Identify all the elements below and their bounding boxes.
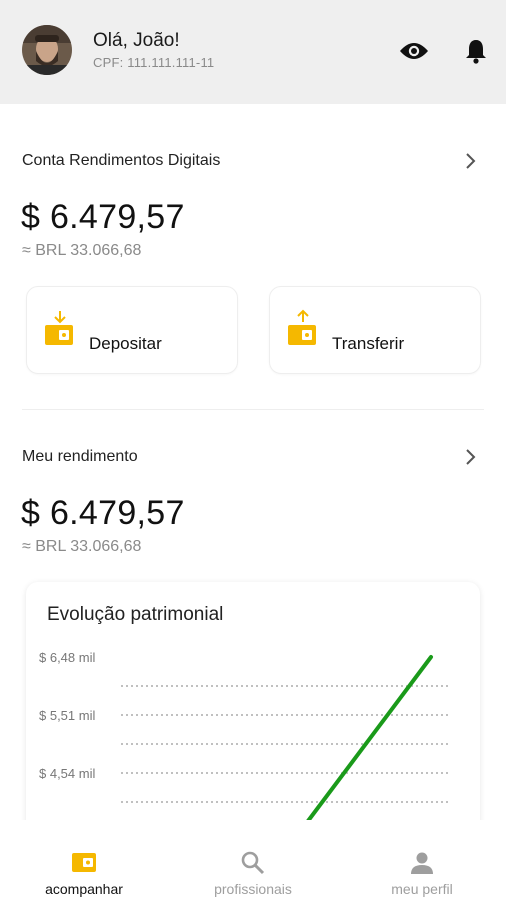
transfer-button[interactable]: Transferir <box>269 286 481 374</box>
y-tick-label: $ 5,51 mil <box>39 708 95 723</box>
wallet-deposit-icon <box>44 309 76 349</box>
line-chart: $ 6,48 mil $ 5,51 mil $ 4,54 mil <box>39 650 451 833</box>
app-header: Olá, João! CPF: 111.111.111-11 <box>0 0 506 104</box>
deposit-button[interactable]: Depositar <box>26 286 238 374</box>
person-icon <box>409 850 435 876</box>
transfer-label: Transferir <box>332 334 405 353</box>
earnings-title[interactable]: Meu rendimento <box>22 448 138 466</box>
y-tick-label: $ 6,48 mil <box>39 650 95 665</box>
earnings-balance-brl: ≈ BRL 33.066,68 <box>22 538 142 555</box>
account-balance: $ 6.479,57 <box>21 198 185 236</box>
nav-label-acompanhar: acompanhar <box>45 881 123 897</box>
eye-icon[interactable] <box>399 36 429 66</box>
bottom-navigation: acompanhar profissionais meu perfil <box>0 820 506 900</box>
divider <box>22 409 484 410</box>
nav-item-acompanhar[interactable]: acompanhar <box>0 820 168 900</box>
chevron-right-icon[interactable] <box>460 447 480 467</box>
wallet-transfer-icon <box>287 309 319 349</box>
account-title[interactable]: Conta Rendimentos Digitais <box>22 152 220 170</box>
chevron-right-icon[interactable] <box>460 151 480 171</box>
deposit-label: Depositar <box>89 334 162 353</box>
bell-icon[interactable] <box>461 36 491 66</box>
nav-label-profissionais: profissionais <box>214 881 292 897</box>
nav-item-meu-perfil[interactable]: meu perfil <box>338 820 506 900</box>
earnings-balance: $ 6.479,57 <box>21 494 185 532</box>
search-icon <box>240 850 266 876</box>
wallet-icon <box>71 850 97 876</box>
cpf-text: CPF: 111.111.111-11 <box>93 55 215 70</box>
avatar[interactable] <box>22 25 72 75</box>
nav-item-profissionais[interactable]: profissionais <box>169 820 337 900</box>
account-balance-brl: ≈ BRL 33.066,68 <box>22 242 142 259</box>
y-tick-label: $ 4,54 mil <box>39 766 95 781</box>
nav-label-meu-perfil: meu perfil <box>391 881 453 897</box>
greeting-text: Olá, João! <box>93 30 180 51</box>
wealth-evolution-chart: Evolução patrimonial $ 6,48 mil $ 5,51 mi… <box>26 582 480 842</box>
